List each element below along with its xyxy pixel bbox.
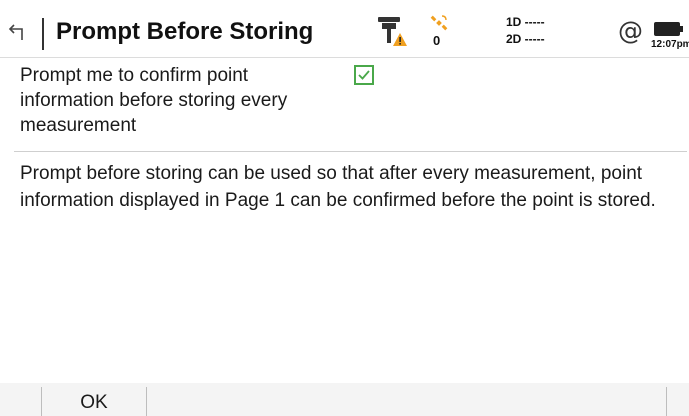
softkey-separator — [666, 387, 667, 416]
clock: 12:07pm — [651, 39, 689, 50]
setting-label: Prompt me to confirm point information b… — [20, 65, 288, 136]
page-title: Prompt Before Storing — [56, 18, 314, 45]
back-arrow-icon[interactable] — [8, 22, 34, 42]
header-separator — [42, 18, 44, 50]
checkmark-icon — [358, 70, 370, 80]
at-icon[interactable]: @ — [618, 18, 643, 43]
header-bar: Prompt Before Storing 0 1D ----- 2D ----… — [0, 0, 689, 58]
softkey-separator — [146, 387, 147, 416]
satellite-icon[interactable] — [430, 14, 448, 32]
satellite-count: 0 — [433, 33, 441, 48]
gnss-receiver-warning-icon[interactable] — [374, 15, 408, 49]
divider — [14, 151, 687, 152]
battery-icon[interactable] — [654, 22, 680, 36]
battery-tip — [680, 26, 683, 32]
distance-2d-readout: 2D ----- — [506, 32, 545, 46]
softkey-bar: OK — [0, 383, 689, 416]
distance-1d-readout: 1D ----- — [506, 15, 545, 29]
help-description: Prompt before storing can be used so tha… — [20, 163, 656, 211]
setting-row-prompt-before-storing: Prompt me to confirm point information b… — [0, 57, 689, 152]
prompt-before-storing-checkbox[interactable] — [354, 65, 374, 85]
ok-button[interactable]: OK — [42, 383, 146, 416]
